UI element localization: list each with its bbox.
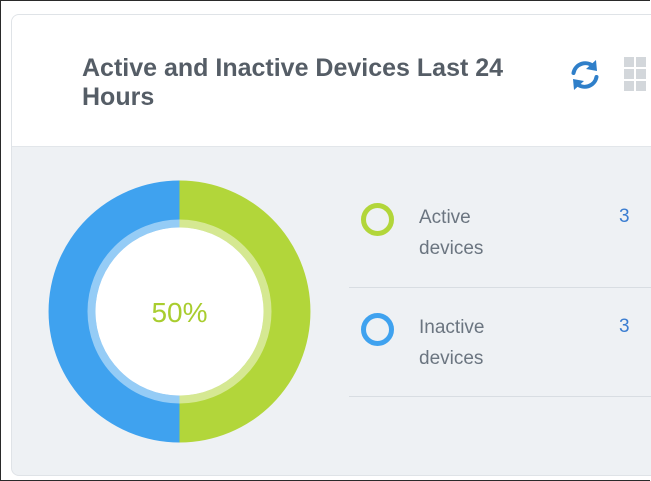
active-circle-icon — [361, 203, 394, 236]
widget-title: Active and Inactive Devices Last 24 Hour… — [82, 54, 504, 111]
inactive-circle-icon — [361, 313, 394, 346]
screenshot-frame: Active and Inactive Devices Last 24 Hour… — [0, 0, 651, 481]
refresh-icon[interactable] — [565, 55, 605, 95]
legend-item-inactive: Inactive devices 3 — [349, 288, 651, 397]
legend-item-active: Active devices 3 — [349, 178, 651, 288]
devices-donut-chart: 50% — [48, 180, 311, 443]
legend: Active devices 3 Inactive devices 3 — [349, 178, 651, 397]
legend-label-active: Active devices — [419, 207, 484, 259]
widget-header: Active and Inactive Devices Last 24 Hour… — [12, 15, 651, 147]
active-devices-count[interactable]: 3 — [619, 206, 630, 228]
inactive-devices-count[interactable]: 3 — [619, 316, 630, 338]
grid-handle-icon[interactable] — [624, 57, 648, 91]
legend-label-inactive: Inactive devices — [419, 317, 485, 369]
devices-widget: Active and Inactive Devices Last 24 Hour… — [11, 14, 651, 476]
donut-center-label: 50% — [151, 297, 207, 328]
